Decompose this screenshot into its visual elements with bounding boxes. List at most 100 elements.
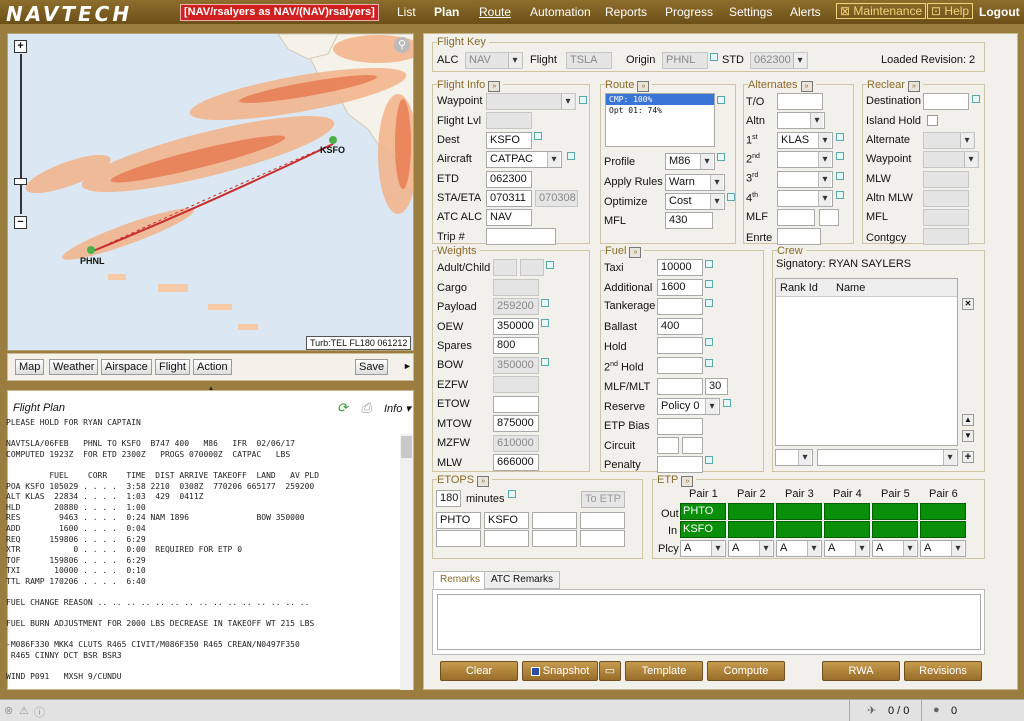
adult-field[interactable] [493,259,517,276]
map-view[interactable]: KSFO PHNL + − ⚲ Turb:TEL FL180 061212 [7,33,414,351]
etp-out-pair-6[interactable] [920,503,966,520]
tag-icon[interactable] [710,53,718,61]
nav-maintenance[interactable]: ⊠ Maintenance [836,3,927,19]
oew-field[interactable]: 350000 [493,318,539,335]
etp-in-pair-1[interactable]: KSFO [680,521,726,538]
atc-alc-field[interactable]: NAV [486,209,532,226]
alt-mlf-extra-field[interactable] [819,209,839,226]
nav-logout[interactable]: Logout [979,5,1020,19]
airspace-button[interactable]: Airspace [101,359,152,375]
tag-icon[interactable] [705,299,713,307]
etops-airport-2[interactable]: KSFO [484,512,529,529]
tag-icon[interactable] [836,191,844,199]
nav-list[interactable]: List [397,5,416,19]
nav-progress[interactable]: Progress [665,5,713,19]
alc-select[interactable]: NAV [465,52,523,69]
to-etp-button[interactable]: To ETP [581,491,625,508]
etp-policy-pair-4[interactable]: A [824,540,870,557]
route-option[interactable]: Opt 01: 74% [606,105,714,116]
template-button[interactable]: Template [625,661,703,681]
etp-out-pair-1[interactable]: PHTO [680,503,726,520]
nav-automation[interactable]: Automation [530,5,591,19]
nav-settings[interactable]: Settings [729,5,772,19]
etp-in-pair-4[interactable] [824,521,870,538]
etp-out-pair-3[interactable] [776,503,822,520]
tab-remarks[interactable]: Remarks [433,571,488,589]
contgcy-field[interactable] [923,228,969,245]
tag-icon[interactable] [579,96,587,104]
weather-button[interactable]: Weather [49,359,99,375]
expand-fuel-button[interactable]: » [629,247,642,258]
altn-mlw-field[interactable] [923,190,969,207]
open-snapshot-button[interactable]: ▭ [599,661,621,681]
magnifier-icon[interactable]: ⚲ [394,37,410,53]
rank-id-header[interactable]: Rank Id [780,282,818,294]
etp-out-pair-2[interactable] [728,503,774,520]
third-alt-select[interactable] [777,171,833,188]
second-hold-field[interactable] [657,357,703,374]
circuit-field-2[interactable] [682,437,703,454]
refresh-icon[interactable]: ⟳ [337,400,348,416]
expand-etops-button[interactable]: » [477,476,490,487]
zoom-out-button[interactable]: − [14,216,27,229]
expand-arrow-icon[interactable]: ► [403,361,412,371]
std-select[interactable]: 062300 [750,52,808,69]
etops-minutes-field[interactable]: 180 [436,490,461,507]
expand-route-button[interactable]: » [637,81,650,92]
revisions-button[interactable]: Revisions [904,661,982,681]
origin-field[interactable]: PHNL [662,52,708,69]
tag-icon[interactable] [717,153,725,161]
additional-field[interactable]: 1600 [657,279,703,296]
scroll-thumb[interactable] [401,436,412,458]
compute-button[interactable]: Compute [707,661,785,681]
remarks-textarea[interactable] [437,594,981,650]
name-header[interactable]: Name [836,282,865,294]
etow-field[interactable] [493,396,539,413]
zoom-control[interactable]: + − [14,40,28,230]
save-map-button[interactable]: Save [355,359,389,375]
reclear-waypoint-select[interactable] [923,151,979,168]
penalty-field[interactable] [657,456,703,473]
action-button[interactable]: Action [193,359,232,375]
map-button[interactable]: Map [15,359,45,375]
fourth-alt-select[interactable] [777,190,833,207]
mtow-field[interactable]: 875000 [493,415,539,432]
route-options-list[interactable]: CMP: 100% Opt 01: 74% [605,93,715,147]
mlw-field[interactable]: 666000 [493,454,539,471]
add-crew-icon[interactable]: + [962,451,974,463]
aircraft-select[interactable]: CATPAC [486,151,562,168]
etp-bias-field[interactable] [657,418,703,435]
profile-select[interactable]: M86 [665,153,715,170]
to-field[interactable] [777,93,823,110]
delete-crew-icon[interactable]: ✕ [962,298,974,310]
expand-flight-info-button[interactable]: » [488,81,501,92]
etp-in-pair-5[interactable] [872,521,918,538]
status-warning-icon[interactable]: ⚠ [19,704,29,717]
zoom-slider-handle[interactable] [14,178,27,185]
nav-help[interactable]: ⊡ Help [927,3,974,19]
etops-airport-8[interactable] [580,530,625,547]
tankerage-field[interactable] [657,298,703,315]
clear-button[interactable]: Clear [440,661,518,681]
tag-icon[interactable] [705,456,713,464]
expand-alternates-button[interactable]: » [800,81,813,92]
tag-icon[interactable] [534,132,542,140]
enrte-field[interactable] [777,228,821,245]
expand-reclear-button[interactable]: » [907,81,920,92]
trip-field[interactable] [486,228,556,245]
ballast-field[interactable]: 400 [657,318,703,335]
etops-airport-6[interactable] [484,530,529,547]
tag-icon[interactable] [705,338,713,346]
tag-icon[interactable] [705,280,713,288]
crew-name-select[interactable] [817,449,958,466]
cargo-field[interactable] [493,279,539,296]
flight-field[interactable]: TSLA [566,52,612,69]
tag-icon[interactable] [508,490,516,498]
tag-icon[interactable] [541,319,549,327]
optimize-select[interactable]: Cost [665,193,725,210]
etp-policy-pair-1[interactable]: A [680,540,726,557]
tag-icon[interactable] [836,133,844,141]
flight-level-field[interactable] [486,112,532,129]
mfl-field[interactable]: 430 [665,212,713,229]
taxi-field[interactable]: 10000 [657,259,703,276]
